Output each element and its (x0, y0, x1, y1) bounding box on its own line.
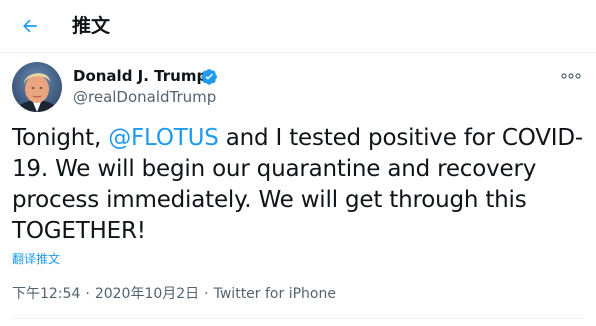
mention-link[interactable]: @FLOTUS (108, 125, 219, 151)
header-bar: 推文 (0, 0, 596, 53)
tweet-date[interactable]: 2020年10月2日 (95, 286, 199, 302)
divider (12, 318, 584, 319)
author-name[interactable]: Donald J. Trump (73, 67, 207, 85)
tweet-time[interactable]: 下午12:54 (12, 286, 80, 302)
tweet-text: Tonight, @FLOTUS and I tested positive f… (12, 123, 588, 247)
page-title: 推文 (72, 15, 111, 37)
arrow-left-icon (23, 19, 37, 33)
avatar[interactable] (12, 62, 62, 112)
more-dots-icon (561, 73, 581, 79)
back-button[interactable] (14, 10, 46, 42)
tweet-source[interactable]: Twitter for iPhone (214, 286, 336, 302)
author-handle[interactable]: @realDonaldTrump (73, 88, 216, 106)
tweet-card: Donald J. Trump @realDonaldTrump Tonight… (0, 54, 596, 326)
meta-separator: · (85, 286, 90, 302)
more-button[interactable] (556, 66, 586, 86)
meta-separator: · (204, 286, 209, 302)
tweet-text-before: Tonight, (12, 125, 109, 151)
verified-badge-icon (201, 69, 217, 85)
tweet-metadata: 下午12:54 · 2020年10月2日 · Twitter for iPhone (12, 286, 336, 303)
translate-tweet-link[interactable]: 翻译推文 (12, 252, 60, 266)
